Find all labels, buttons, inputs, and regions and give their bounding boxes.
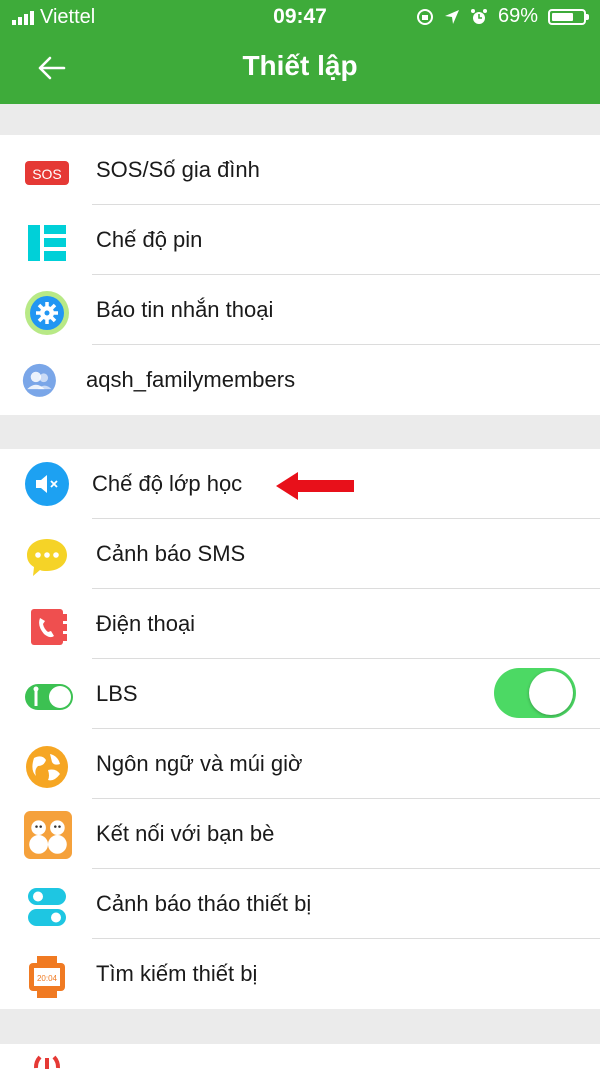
friends-icon bbox=[24, 811, 72, 859]
sms-alert-icon bbox=[27, 539, 67, 576]
page-title: Thiết lập bbox=[242, 50, 358, 81]
rotation-lock-icon bbox=[416, 8, 433, 25]
settings-group-3 bbox=[0, 1044, 600, 1069]
row-family-members[interactable]: aqsh_familymembers bbox=[0, 345, 600, 415]
row-phone[interactable]: Điện thoại bbox=[0, 589, 600, 659]
row-sms-alert[interactable]: Cảnh báo SMS bbox=[0, 519, 600, 589]
row-label: Báo tin nhắn thoại bbox=[96, 297, 274, 322]
gear-icon bbox=[25, 291, 69, 335]
toggle-knob bbox=[529, 671, 573, 715]
row-label: Chế độ pin bbox=[96, 227, 203, 252]
row-voice-message[interactable]: Báo tin nhắn thoại bbox=[0, 275, 600, 345]
phone-book-icon bbox=[31, 609, 67, 645]
globe-icon bbox=[26, 746, 68, 788]
row-sos[interactable]: SOS SOS/Số gia đình bbox=[0, 135, 600, 205]
lbs-toggle-icon bbox=[25, 684, 73, 710]
row-label: LBS bbox=[96, 681, 138, 706]
lbs-toggle[interactable] bbox=[494, 668, 576, 718]
row-label: Cảnh báo SMS bbox=[96, 541, 246, 566]
power-icon bbox=[34, 1055, 60, 1069]
app-header: Viettel 09:47 69% Thiết lập bbox=[0, 0, 600, 104]
row-lbs[interactable]: LBS bbox=[0, 659, 600, 729]
row-label: aqsh_familymembers bbox=[86, 367, 296, 392]
row-label: Ngôn ngữ và múi giờ bbox=[96, 751, 303, 776]
row-label: Chế độ lớp học bbox=[92, 471, 243, 496]
svg-text:20:04: 20:04 bbox=[37, 974, 58, 983]
row-label: Cảnh báo tháo thiết bị bbox=[96, 891, 312, 916]
status-bar: Viettel 09:47 69% bbox=[0, 0, 600, 34]
row-device-removal-alert[interactable]: Cảnh báo tháo thiết bị bbox=[0, 869, 600, 939]
family-members-icon bbox=[22, 363, 56, 397]
class-mode-icon bbox=[25, 462, 69, 506]
row-language-timezone[interactable]: Ngôn ngữ và múi giờ bbox=[0, 729, 600, 799]
sos-icon: SOS bbox=[25, 161, 69, 185]
alarm-icon bbox=[470, 8, 487, 24]
settings-group-1: SOS SOS/Số gia đình Chế độ pin Báo tin n… bbox=[0, 135, 600, 415]
battery-percent: 69% bbox=[497, 5, 538, 27]
battery-mode-icon bbox=[28, 225, 66, 261]
row-find-device[interactable]: 20:04 Tìm kiếm thiết bị bbox=[0, 939, 600, 1009]
settings-group-2: Chế độ lớp học Cảnh báo SMS Điện thoại L… bbox=[0, 449, 600, 1009]
row-label: Điện thoại bbox=[96, 611, 196, 636]
device-removal-icon bbox=[28, 888, 66, 926]
row-label: Tìm kiếm thiết bị bbox=[96, 961, 258, 986]
row-label: Kết nối với bạn bè bbox=[96, 821, 275, 846]
svg-text:SOS: SOS bbox=[32, 166, 62, 182]
row-connect-friends[interactable]: Kết nối với bạn bè bbox=[0, 799, 600, 869]
row-label: SOS/Số gia đình bbox=[96, 157, 260, 182]
location-icon bbox=[444, 9, 459, 24]
watch-icon: 20:04 bbox=[29, 956, 65, 998]
annotation-arrow bbox=[276, 472, 354, 500]
row-battery-mode[interactable]: Chế độ pin bbox=[0, 205, 600, 275]
battery-icon bbox=[548, 8, 589, 25]
